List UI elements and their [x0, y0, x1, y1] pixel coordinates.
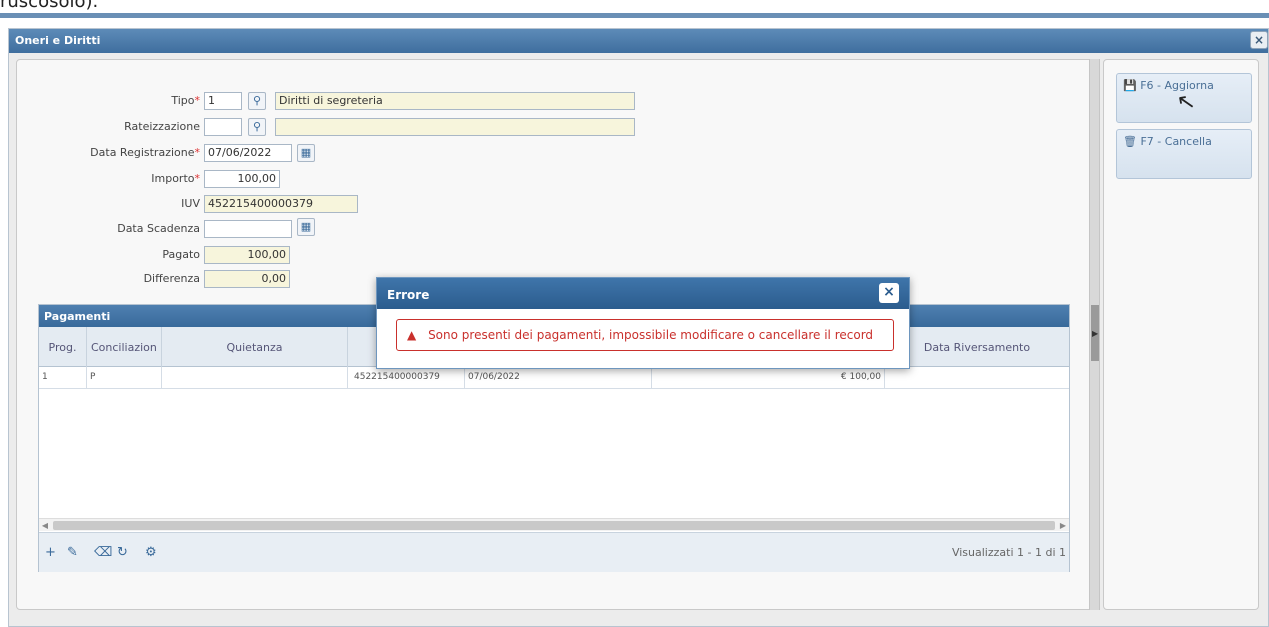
data-scadenza-label: Data Scadenza	[117, 222, 200, 235]
warning-icon: ▲	[407, 328, 417, 342]
cell-prog: 1	[39, 367, 87, 389]
floppy-icon: 💾	[1123, 79, 1137, 92]
window-close-button[interactable]: ×	[1250, 31, 1268, 49]
calendar-icon: ▦	[300, 220, 312, 233]
data-scadenza-field[interactable]	[204, 220, 292, 238]
column-header-conciliazione[interactable]: Conciliazion	[87, 327, 162, 367]
cell-quietanza	[162, 367, 348, 389]
tipo-code-field[interactable]: 1	[204, 92, 242, 110]
pagato-field: 100,00	[204, 246, 290, 264]
column-header-data-riversamento[interactable]: Data Riversamento	[885, 327, 1069, 367]
table-row[interactable]: 1 P 452215400000379 07/06/2022 € 100,00	[39, 367, 1069, 389]
window-titlebar: Oneri e Diritti	[9, 29, 1268, 53]
horizontal-scrollbar[interactable]: ◀ ▶	[39, 518, 1069, 531]
top-bar	[0, 13, 1269, 18]
error-message: Sono presenti dei pagamenti, impossibile…	[428, 328, 874, 342]
scroll-right-icon[interactable]: ▶	[1057, 519, 1069, 532]
rateizzazione-search-button[interactable]: ⚲	[248, 118, 266, 136]
rateizzazione-label: Rateizzazione	[124, 120, 200, 133]
cell-importo: € 100,00	[652, 367, 885, 389]
settings-icon[interactable]: ⚙	[145, 545, 157, 560]
edit-icon[interactable]: ✎	[67, 545, 78, 560]
tipo-label: Tipo*	[171, 94, 200, 107]
cancella-button[interactable]: 🗑 F7 - Cancella	[1116, 129, 1252, 179]
scroll-left-icon[interactable]: ◀	[39, 519, 51, 532]
differenza-field: 0,00	[204, 270, 290, 288]
data-scadenza-calendar-button[interactable]: ▦	[297, 218, 315, 236]
cell-conciliazione: P	[87, 367, 162, 389]
aggiorna-label: F6 - Aggiorna	[1140, 79, 1214, 92]
refresh-icon[interactable]: ↻	[117, 545, 128, 560]
panel-splitter[interactable]: ▶	[1089, 59, 1100, 610]
data-registrazione-field[interactable]: 07/06/2022	[204, 144, 292, 162]
add-icon[interactable]: +	[45, 545, 56, 560]
delete-icon[interactable]: ⌫	[94, 545, 112, 560]
background-page-text: ruscosolo).	[0, 0, 99, 12]
pagato-label: Pagato	[162, 248, 200, 261]
scrollbar-thumb[interactable]	[53, 521, 1055, 530]
grid-footer: + ✎ ⌫ ↻ ⚙ Visualizzati 1 - 1 di 1	[39, 532, 1069, 572]
importo-field[interactable]: 100,00	[204, 170, 280, 188]
differenza-label: Differenza	[143, 272, 200, 285]
search-icon: ⚲	[252, 94, 262, 107]
iuv-field[interactable]: 452215400000379	[204, 195, 358, 213]
iuv-label: IUV	[181, 197, 200, 210]
search-icon: ⚲	[252, 120, 262, 133]
cell-iuv: 452215400000379	[348, 367, 465, 389]
dialog-close-button[interactable]: ×	[879, 283, 899, 303]
rateizzazione-code-field[interactable]	[204, 118, 242, 136]
data-registrazione-label: Data Registrazione*	[90, 146, 200, 159]
data-registrazione-calendar-button[interactable]: ▦	[297, 144, 315, 162]
actions-panel: 💾 F6 - Aggiorna 🗑 F7 - Cancella	[1103, 59, 1259, 610]
error-alert: ▲ Sono presenti dei pagamenti, impossibi…	[396, 319, 894, 351]
calendar-icon: ▦	[300, 146, 312, 159]
cell-data-riversamento	[885, 367, 1069, 389]
column-header-quietanza[interactable]: Quietanza	[162, 327, 348, 367]
tipo-search-button[interactable]: ⚲	[248, 92, 266, 110]
cancella-label: F7 - Cancella	[1140, 135, 1212, 148]
tipo-description-field[interactable]: Diritti di segreteria	[275, 92, 635, 110]
error-dialog: Errore × ▲ Sono presenti dei pagamenti, …	[376, 277, 910, 369]
expand-arrow-icon[interactable]: ▶	[1092, 329, 1098, 338]
pager-status: Visualizzati 1 - 1 di 1	[951, 546, 1066, 559]
trash-icon: 🗑	[1123, 135, 1137, 148]
window-title: Oneri e Diritti	[15, 34, 101, 47]
rateizzazione-description-field[interactable]	[275, 118, 635, 136]
cell-data: 07/06/2022	[465, 367, 652, 389]
column-header-prog[interactable]: Prog.	[39, 327, 87, 367]
importo-label: Importo*	[151, 172, 200, 185]
dialog-title: Errore	[377, 278, 909, 309]
